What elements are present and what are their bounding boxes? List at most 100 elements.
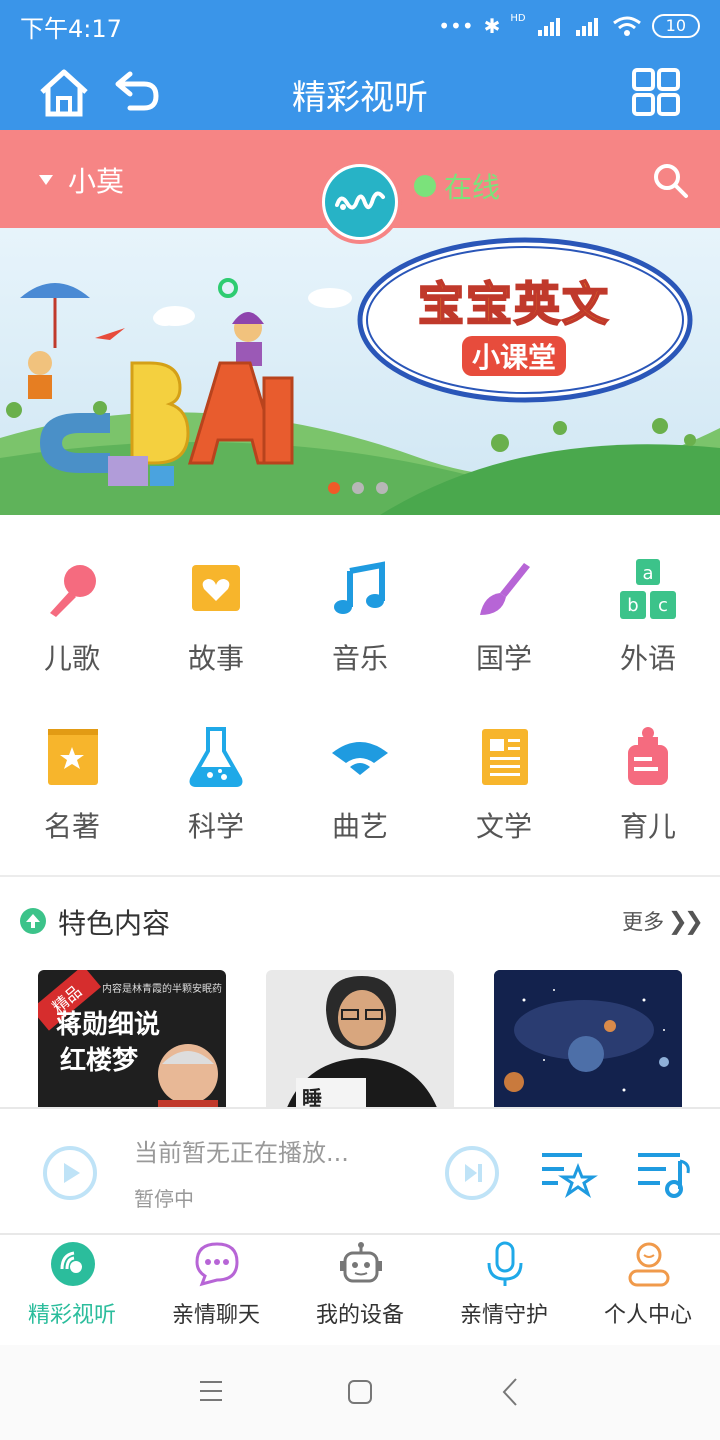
grid-menu-icon[interactable] [628, 64, 684, 120]
portrait-image [287, 976, 437, 1107]
status-icons: ••• ✱ HD 10 [438, 13, 700, 38]
brush-icon [480, 563, 530, 615]
thumb-caption-big-2: 红楼梦 [60, 1046, 139, 1076]
audio-disc-icon [51, 1242, 95, 1286]
up-arrow-circle-icon [20, 908, 46, 934]
banner-title: 宝宝英文 [417, 276, 610, 332]
tab-family-guard[interactable]: 亲情守护 [432, 1235, 576, 1347]
microphone-icon [50, 565, 96, 617]
banner-dot[interactable] [352, 482, 364, 494]
category-label: 儿歌 [43, 642, 100, 675]
user-switcher[interactable]: 小莫 [38, 160, 124, 200]
featured-list: 精品 内容是林青霞的半颗安眠药 蒋勋细说 红楼梦 睡 [0, 970, 720, 1107]
tab-label: 亲情守护 [459, 1303, 548, 1328]
tab-profile[interactable]: 个人中心 [576, 1235, 720, 1347]
more-label: 更多 [622, 910, 665, 934]
device-avatar[interactable] [318, 160, 402, 244]
robot-icon [340, 1242, 382, 1283]
bluetooth-icon: ✱ [483, 14, 501, 38]
player-state-text: 暂停中 [134, 1187, 194, 1211]
star-book-icon [48, 729, 98, 785]
thumb-caption-small: 内容是林青霞的半颗安眠药 [102, 984, 222, 995]
menu-icon[interactable] [198, 1379, 224, 1403]
category-masterpieces[interactable]: 名著 [0, 683, 144, 851]
category-label: 名著 [43, 810, 100, 843]
user-name: 小莫 [68, 165, 125, 198]
tab-audio-video[interactable]: 精彩视听 [0, 1235, 144, 1347]
online-dot [414, 175, 436, 197]
thumb-caption: 睡 [302, 1086, 322, 1107]
category-grid: 儿歌 故事 音乐 国学 abc 外语 名著 科学 曲艺 文学 育儿 [0, 515, 720, 875]
category-label: 国学 [475, 642, 532, 675]
mv-logo-icon [325, 167, 395, 237]
featured-item[interactable]: 精品 内容是林青霞的半颗安眠药 蒋勋细说 红楼梦 [38, 970, 226, 1107]
tab-my-devices[interactable]: 我的设备 [288, 1235, 432, 1347]
portrait-image [158, 1044, 218, 1107]
favorite-list-icon[interactable] [538, 1149, 598, 1199]
abc-blocks-icon: ab c [620, 559, 676, 619]
system-nav-bar [0, 1345, 720, 1440]
category-label: 外语 [619, 642, 676, 675]
category-chinese-classics[interactable]: 国学 [432, 515, 576, 683]
playlist-icon[interactable] [636, 1149, 692, 1199]
tab-family-chat[interactable]: 亲情聊天 [144, 1235, 288, 1347]
category-music[interactable]: 音乐 [288, 515, 432, 683]
play-icon[interactable] [42, 1145, 98, 1201]
online-text: 在线 [444, 171, 501, 204]
promo-banner[interactable]: 宝宝英文 小课堂 [0, 228, 720, 515]
tab-label: 亲情聊天 [171, 1303, 260, 1328]
more-link[interactable]: 更多 ❯❯ [622, 906, 704, 936]
category-science[interactable]: 科学 [144, 683, 288, 851]
category-children-songs[interactable]: 儿歌 [0, 515, 144, 683]
online-status: 在线 [414, 166, 500, 206]
status-bar: 下午4:17 ••• ✱ HD 10 [0, 0, 720, 52]
space-image [494, 970, 682, 1107]
thumb-caption-big-1: 蒋勋细说 [56, 1010, 161, 1040]
next-track-icon[interactable] [444, 1145, 500, 1201]
title-bar: 精彩视听 [0, 52, 720, 130]
category-foreign-language[interactable]: abc 外语 [576, 515, 720, 683]
category-label: 音乐 [331, 642, 388, 675]
banner-dot[interactable] [376, 482, 388, 494]
home-square-icon[interactable] [347, 1379, 373, 1405]
category-folk-arts[interactable]: 曲艺 [288, 683, 432, 851]
heart-book-icon [192, 565, 240, 611]
more-dots-icon: ••• [438, 14, 474, 38]
svg-text:c: c [658, 595, 668, 616]
tab-label: 个人中心 [603, 1303, 692, 1328]
back-arrow-icon[interactable] [500, 1377, 520, 1407]
search-icon[interactable] [650, 160, 690, 200]
category-label: 育儿 [619, 810, 676, 843]
featured-item[interactable] [494, 970, 682, 1107]
person-icon [628, 1242, 670, 1287]
battery-indicator: 10 [651, 14, 700, 38]
banner-pagination [328, 482, 388, 494]
microphone-icon [487, 1241, 523, 1286]
music-note-icon [334, 561, 385, 614]
banner-illustration [0, 228, 720, 515]
featured-item[interactable]: 睡 [266, 970, 454, 1107]
status-time: 下午4:17 [20, 14, 122, 43]
signal-icon [537, 18, 560, 36]
category-label: 曲艺 [331, 810, 388, 843]
svg-text:a: a [642, 563, 653, 584]
category-label: 文学 [475, 810, 532, 843]
flask-icon [189, 727, 243, 787]
section-divider [0, 875, 720, 877]
category-label: 故事 [187, 642, 244, 675]
tab-label: 精彩视听 [27, 1303, 116, 1328]
chat-bubble-icon [195, 1242, 239, 1287]
category-stories[interactable]: 故事 [144, 515, 288, 683]
signal-icon-2 [575, 18, 598, 36]
category-literature[interactable]: 文学 [432, 683, 576, 851]
dropdown-arrow-icon [39, 175, 53, 185]
category-label: 科学 [187, 810, 244, 843]
page-title: 精彩视听 [292, 78, 428, 118]
banner-dot[interactable] [328, 482, 340, 494]
banner-subtitle: 小课堂 [462, 336, 567, 376]
category-parenting[interactable]: 育儿 [576, 683, 720, 851]
mini-player: 当前暂无正在播放... 暂停中 [0, 1107, 720, 1233]
document-icon [482, 729, 528, 785]
bottom-tab-bar: 精彩视听 亲情聊天 我的设备 亲情守护 个人中心 [0, 1233, 720, 1345]
tab-label: 我的设备 [315, 1303, 404, 1328]
